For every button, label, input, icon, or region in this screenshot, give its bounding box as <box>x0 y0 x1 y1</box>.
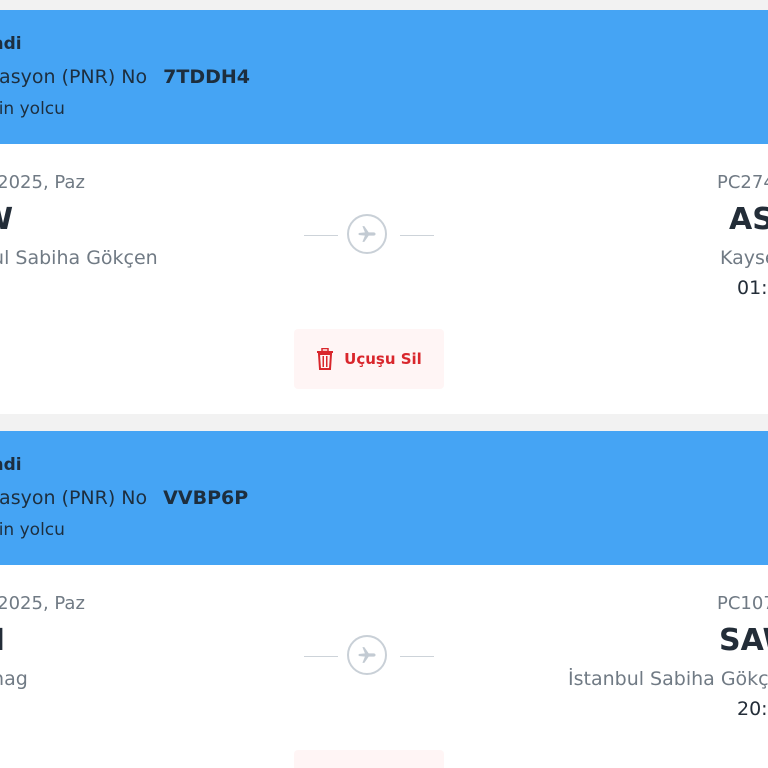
arrival-airport-code: SAW <box>719 623 768 658</box>
departure-date: u 2025, Paz <box>0 172 85 193</box>
booking-card: endi rvasyon (PNR) No VVBP6P şkin yolcu … <box>0 431 768 768</box>
booking-status-title: endi <box>0 455 22 475</box>
departure-city: nhag <box>0 668 28 690</box>
departure-date: u 2025, Paz <box>0 593 85 614</box>
trash-icon <box>317 348 334 370</box>
arrival-block: PC107 SAW İstanbul Sabiha Gökçe 20:1 <box>568 565 768 745</box>
flight-segment: u 2025, Paz H nhag 5 PC107 SAW İstanbul … <box>0 565 768 768</box>
flight-number: PC107 <box>717 593 768 614</box>
departure-city: bul Sabiha Gökçen <box>0 247 158 269</box>
pnr-row: rvasyon (PNR) No 7TDDH4 <box>0 66 250 88</box>
departure-airport-code: W <box>0 202 13 237</box>
route-line-left <box>304 656 338 657</box>
arrival-time: 01:1 <box>737 277 768 299</box>
route-line-left <box>304 235 338 236</box>
route-indicator <box>304 214 434 258</box>
arrival-time: 20:1 <box>737 698 768 720</box>
booking-card: endi rvasyon (PNR) No 7TDDH4 şkin yolcu … <box>0 10 768 414</box>
pnr-label: rvasyon (PNR) No <box>0 66 148 88</box>
booking-status-title: endi <box>0 34 22 54</box>
departure-airport-code: H <box>0 623 5 658</box>
pnr-row: rvasyon (PNR) No VVBP6P <box>0 487 248 509</box>
flight-number: PC274 <box>717 172 768 193</box>
pnr-code: VVBP6P <box>163 487 249 509</box>
pnr-label: rvasyon (PNR) No <box>0 487 148 509</box>
arrival-city: İstanbul Sabiha Gökçe <box>568 668 768 690</box>
arrival-city: Kayse <box>720 247 768 269</box>
plane-icon <box>347 214 387 254</box>
arrival-block: PC274 AS Kayse 01:1 <box>717 144 768 324</box>
route-indicator <box>304 635 434 679</box>
plane-icon <box>347 635 387 675</box>
route-line-right <box>400 235 434 236</box>
passenger-count: şkin yolcu <box>0 520 65 540</box>
delete-flight-button[interactable]: Uçuşu Sil <box>294 329 444 389</box>
booking-header: endi rvasyon (PNR) No VVBP6P şkin yolcu <box>0 431 768 565</box>
passenger-count: şkin yolcu <box>0 99 65 119</box>
arrival-airport-code: AS <box>729 202 768 237</box>
delete-flight-button[interactable] <box>294 750 444 768</box>
booking-list: endi rvasyon (PNR) No 7TDDH4 şkin yolcu … <box>0 0 768 768</box>
route-line-right <box>400 656 434 657</box>
booking-header: endi rvasyon (PNR) No 7TDDH4 şkin yolcu <box>0 10 768 144</box>
pnr-code: 7TDDH4 <box>163 66 251 88</box>
delete-flight-label: Uçuşu Sil <box>344 350 422 368</box>
flight-segment: u 2025, Paz W bul Sabiha Gökçen 0 PC274 … <box>0 144 768 414</box>
